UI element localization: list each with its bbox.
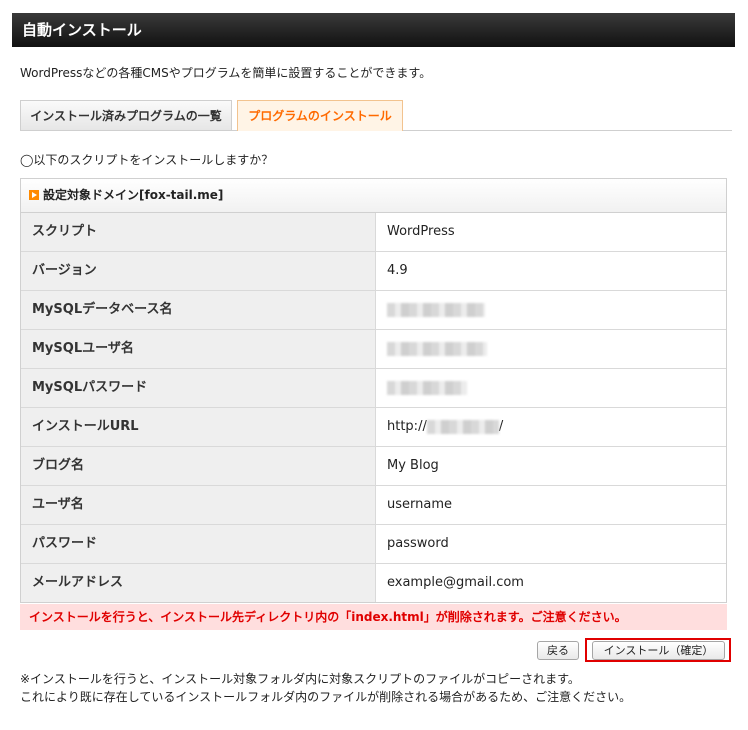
tab-installed-programs[interactable]: インストール済みプログラムの一覧 (20, 100, 232, 130)
row-value: username (387, 497, 452, 512)
note-line: ※インストールを行うと、インストール対象フォルダ内に対象スクリプトのファイルがコ… (20, 672, 580, 686)
table-row: バージョン 4.9 (21, 252, 726, 291)
row-value: WordPress (387, 224, 455, 239)
url-prefix: http:// (387, 419, 427, 434)
table-row: MySQLパスワード (21, 369, 726, 408)
row-value-redacted (376, 330, 726, 368)
row-label: MySQLユーザ名 (21, 330, 376, 368)
row-label: ブログ名 (21, 447, 376, 485)
table-row: スクリプト WordPress (21, 213, 726, 252)
row-value: My Blog (387, 458, 439, 473)
page-title: 自動インストール (12, 13, 735, 47)
row-label: ユーザ名 (21, 486, 376, 524)
table-row: MySQLユーザ名 (21, 330, 726, 369)
row-label: メールアドレス (21, 564, 376, 602)
back-button[interactable]: 戻る (537, 641, 579, 660)
row-label: バージョン (21, 252, 376, 290)
install-confirm-button[interactable]: インストール（確定） (592, 641, 725, 660)
row-label: MySQLデータベース名 (21, 291, 376, 329)
note-line: これにより既に存在しているインストールフォルダ内のファイルが削除される場合がある… (20, 690, 632, 704)
url-suffix: / (498, 419, 504, 434)
row-value-url: http:// / (376, 408, 726, 446)
table-header: 設定対象ドメイン[fox-tail.me] (21, 179, 726, 213)
tab-bar: インストール済みプログラムの一覧 プログラムのインストール (20, 100, 732, 131)
row-label: スクリプト (21, 213, 376, 251)
row-label: インストールURL (21, 408, 376, 446)
table-row: インストールURL http:// / (21, 408, 726, 447)
table-row: パスワード password (21, 525, 726, 564)
confirm-question: ◯以下のスクリプトをインストールしますか？ (20, 153, 274, 167)
table-row: MySQLデータベース名 (21, 291, 726, 330)
warning-banner: インストールを行うと、インストール先ディレクトリ内の「index.html」が削… (20, 604, 727, 630)
redacted-value (387, 380, 467, 395)
row-value-redacted (376, 369, 726, 407)
tab-program-install[interactable]: プログラムのインストール (237, 100, 403, 131)
row-label: パスワード (21, 525, 376, 563)
row-value: example@gmail.com (387, 575, 524, 590)
redacted-value (387, 341, 487, 356)
intro-text: WordPressなどの各種CMSやプログラムを簡単に設置することができます。 (20, 66, 432, 80)
table-row: ユーザ名 username (21, 486, 726, 525)
table-row: メールアドレス example@gmail.com (21, 564, 726, 602)
settings-table: 設定対象ドメイン[fox-tail.me] スクリプト WordPress バー… (20, 178, 727, 603)
install-note: ※インストールを行うと、インストール対象フォルダ内に対象スクリプトのファイルがコ… (20, 670, 631, 706)
arrow-right-icon (29, 190, 39, 200)
redacted-value (426, 419, 499, 434)
row-value-redacted (376, 291, 726, 329)
redacted-value (387, 302, 485, 317)
table-row: ブログ名 My Blog (21, 447, 726, 486)
domain-header-label: 設定対象ドメイン[fox-tail.me] (43, 188, 224, 202)
row-label: MySQLパスワード (21, 369, 376, 407)
row-value: password (387, 536, 449, 551)
row-value: 4.9 (387, 263, 408, 278)
